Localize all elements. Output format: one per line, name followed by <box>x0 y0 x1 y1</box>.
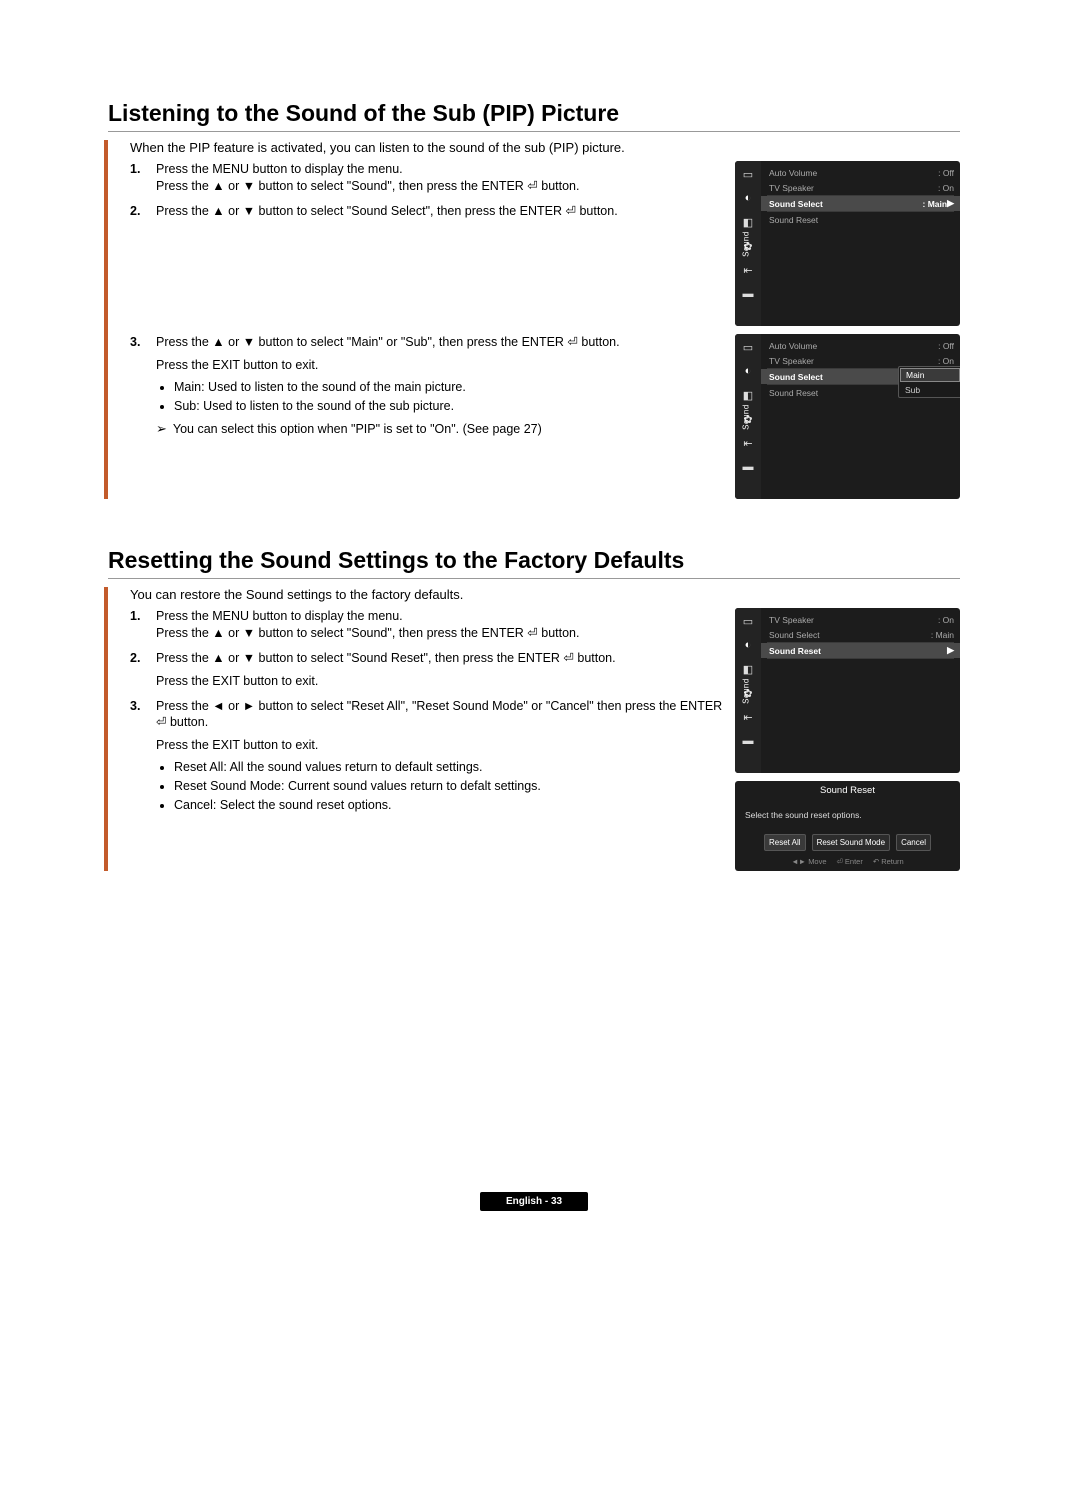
menu-item-sound-reset[interactable]: Sound Reset▶ <box>761 643 960 658</box>
cancel-button[interactable]: Cancel <box>896 834 931 851</box>
manual-page: Listening to the Sound of the Sub (PIP) … <box>0 0 1080 1488</box>
step-text: Press the EXIT button to exit. <box>156 357 620 374</box>
menu-item-auto-volume[interactable]: Auto Volume: Off <box>761 338 960 353</box>
menu-item-tv-speaker[interactable]: TV Speaker: On <box>761 180 960 195</box>
sound-icon: ◐ <box>741 191 755 205</box>
sound-icon: ◐ <box>741 638 755 652</box>
menu-item-tv-speaker[interactable]: TV Speaker: On <box>761 612 960 627</box>
dialog-prompt: Select the sound reset options. <box>735 800 960 834</box>
s1-step2: 2. Press the ▲ or ▼ button to select "So… <box>130 203 725 220</box>
step-text: Press the EXIT button to exit. <box>156 737 725 754</box>
app-icon: ▬ <box>741 734 755 748</box>
channel-icon: ◧ <box>741 215 755 229</box>
section2-intro: You can restore the Sound settings to th… <box>130 587 960 602</box>
dialog-hints: ◄► Move ⏎ Enter ↶ Return <box>735 851 960 867</box>
hint-enter: ⏎ Enter <box>837 857 863 866</box>
chevron-right-icon: ▶ <box>947 645 954 656</box>
chevron-right-icon: ▶ <box>947 198 954 209</box>
step-number: 3. <box>130 698 148 819</box>
s2-step1: 1. Press the MENU button to display the … <box>130 608 725 642</box>
picture-icon: ▭ <box>741 614 755 628</box>
osd-sound-select-dropdown: Sound ▭ ◐ ◧ ✿ ⇤ ▬ Auto Volume: Off TV Sp… <box>735 334 960 499</box>
picture-icon: ▭ <box>741 167 755 181</box>
step-number: 1. <box>130 608 148 642</box>
step-text: Press the ▲ or ▼ button to select "Sound… <box>156 650 616 667</box>
app-icon: ▬ <box>741 287 755 301</box>
s1-step1: 1. Press the MENU button to display the … <box>130 161 725 195</box>
section1-title: Listening to the Sound of the Sub (PIP) … <box>108 100 960 132</box>
bullet-main: Main: Used to listen to the sound of the… <box>174 378 620 397</box>
sound-reset-dialog: Sound Reset Select the sound reset optio… <box>735 781 960 871</box>
channel-icon: ◧ <box>741 388 755 402</box>
step-text: Press the ▲ or ▼ button to select "Sound… <box>156 625 579 642</box>
input-icon: ⇤ <box>741 710 755 724</box>
step-number: 2. <box>130 650 148 690</box>
section2-title: Resetting the Sound Settings to the Fact… <box>108 547 960 579</box>
page-footer: English - 33 <box>108 1191 960 1211</box>
app-icon: ▬ <box>741 460 755 474</box>
section1-intro: When the PIP feature is activated, you c… <box>130 140 960 155</box>
bullet-reset-mode: Reset Sound Mode: Current sound values r… <box>174 777 725 796</box>
step-text: Press the MENU button to display the men… <box>156 608 579 625</box>
step-text: Press the ▲ or ▼ button to select "Main"… <box>156 334 620 351</box>
input-icon: ⇤ <box>741 263 755 277</box>
sound-icon: ◐ <box>741 364 755 378</box>
s1-step3: 3. Press the ▲ or ▼ button to select "Ma… <box>130 334 725 438</box>
dropdown-option-sub[interactable]: Sub <box>899 383 960 397</box>
reset-sound-mode-button[interactable]: Reset Sound Mode <box>812 834 891 851</box>
hint-return: ↶ Return <box>873 857 904 866</box>
note-text: You can select this option when "PIP" is… <box>173 421 542 438</box>
channel-icon: ◧ <box>741 662 755 676</box>
dialog-title: Sound Reset <box>735 781 960 800</box>
bullet-reset-all: Reset All: All the sound values return t… <box>174 758 725 777</box>
step-text: Press the ▲ or ▼ button to select "Sound… <box>156 203 618 220</box>
reset-all-button[interactable]: Reset All <box>764 834 806 851</box>
menu-item-auto-volume[interactable]: Auto Volume: Off <box>761 165 960 180</box>
s2-step2: 2. Press the ▲ or ▼ button to select "So… <box>130 650 725 690</box>
s2-step3: 3. Press the ◄ or ► button to select "Re… <box>130 698 725 819</box>
hint-move: ◄► Move <box>791 857 826 866</box>
step-text: Press the MENU button to display the men… <box>156 161 579 178</box>
menu-item-sound-select[interactable]: Sound Select: Main <box>761 627 960 642</box>
pip-note: ➢ You can select this option when "PIP" … <box>156 421 620 438</box>
menu-item-sound-select[interactable]: Sound Select: Main▶ <box>761 196 960 211</box>
note-arrow-icon: ➢ <box>156 421 167 435</box>
step-number: 3. <box>130 334 148 438</box>
bullet-cancel: Cancel: Select the sound reset options. <box>174 796 725 815</box>
page-number-pill: English - 33 <box>480 1192 588 1211</box>
sound-select-dropdown[interactable]: Main Sub <box>898 366 960 398</box>
osd-sound-select: Sound ▭ ◐ ◧ ✿ ⇤ ▬ Auto Volume: Off TV Sp… <box>735 161 960 326</box>
osd-category-label: Sound <box>741 404 750 430</box>
step-text: Press the ▲ or ▼ button to select "Sound… <box>156 178 579 195</box>
menu-item-sound-reset[interactable]: Sound Reset <box>761 212 960 227</box>
step-text: Press the ◄ or ► button to select "Reset… <box>156 698 725 732</box>
input-icon: ⇤ <box>741 436 755 450</box>
step-text: Press the EXIT button to exit. <box>156 673 616 690</box>
osd-category-label: Sound <box>741 678 750 704</box>
picture-icon: ▭ <box>741 340 755 354</box>
osd-category-label: Sound <box>741 231 750 257</box>
step-number: 2. <box>130 203 148 220</box>
dropdown-option-main[interactable]: Main <box>900 368 960 382</box>
step-number: 1. <box>130 161 148 195</box>
bullet-sub: Sub: Used to listen to the sound of the … <box>174 397 620 416</box>
osd-sound-reset: Sound ▭ ◐ ◧ ✿ ⇤ ▬ TV Speaker: On Sound S… <box>735 608 960 773</box>
